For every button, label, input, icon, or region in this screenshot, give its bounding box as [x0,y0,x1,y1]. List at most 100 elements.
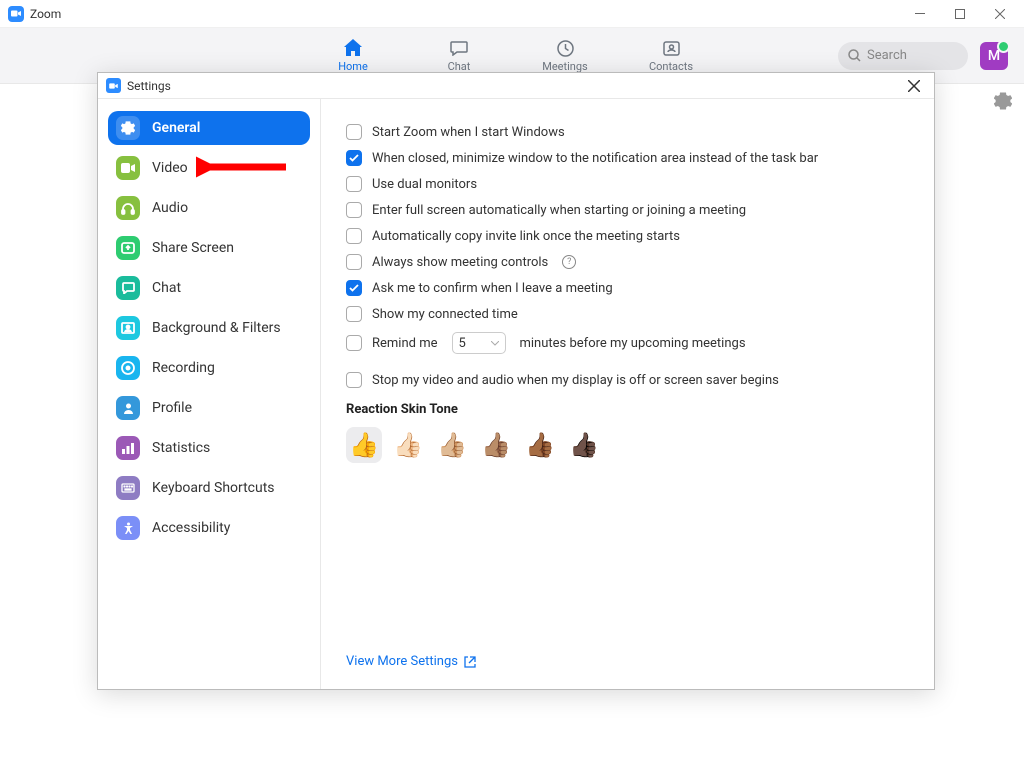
keyboard-icon [116,476,140,500]
chat-icon [450,38,468,58]
checkbox[interactable] [346,150,362,166]
sidebar-item-label: Keyboard Shortcuts [152,480,275,496]
sidebar-item-label: Audio [152,200,188,216]
sidebar-item-label: Accessibility [152,520,230,536]
skin-tone-picker: 👍👍🏻👍🏼👍🏽👍🏾👍🏿 [346,427,909,463]
option-label: Show my connected time [372,307,518,322]
option-label: minutes before my upcoming meetings [520,336,746,351]
sidebar-item-chat[interactable]: Chat [108,271,310,305]
option-remind-me[interactable]: Remind me 5 minutes before my upcoming m… [346,332,909,354]
settings-panel: Start Zoom when I start Windows When clos… [321,99,934,689]
external-link-icon [464,656,476,668]
skin-tone-option[interactable]: 👍🏻 [390,427,426,463]
statistics-icon [116,436,140,460]
skin-tone-option[interactable]: 👍🏼 [434,427,470,463]
sidebar-item-profile[interactable]: Profile [108,391,310,425]
checkbox[interactable] [346,176,362,192]
option-label: Start Zoom when I start Windows [372,125,565,140]
accessibility-icon [116,516,140,540]
clock-icon [557,38,574,58]
sidebar-item-label: Background & Filters [152,320,281,336]
option-row[interactable]: Show my connected time [346,306,909,322]
search-input[interactable]: Search [838,42,968,70]
checkbox[interactable] [346,228,362,244]
checkbox[interactable] [346,335,362,351]
app-icon [8,6,24,22]
checkbox[interactable] [346,254,362,270]
sidebar-item-label: Chat [152,280,181,296]
view-more-settings-link[interactable]: View More Settings [346,654,476,669]
search-icon [848,49,861,62]
window-title: Zoom [30,7,61,21]
skin-tone-title: Reaction Skin Tone [346,402,909,417]
chevron-down-icon [491,341,499,346]
checkbox[interactable] [346,124,362,140]
sidebar-item-label: Statistics [152,440,210,456]
tab-meetings[interactable]: Meetings [537,38,593,73]
option-label: When closed, minimize window to the noti… [372,151,818,166]
option-row[interactable]: Enter full screen automatically when sta… [346,202,909,218]
skin-tone-option[interactable]: 👍🏽 [478,427,514,463]
checkbox[interactable] [346,306,362,322]
dialog-close-button[interactable] [902,74,926,98]
maximize-button[interactable] [940,0,980,28]
headphones-icon [116,196,140,220]
skin-tone-option[interactable]: 👍 [346,427,382,463]
sidebar-item-label: Video [152,160,188,176]
help-icon[interactable]: ? [562,255,576,269]
sidebar-item-share-screen[interactable]: Share Screen [108,231,310,265]
option-row[interactable]: When closed, minimize window to the noti… [346,150,909,166]
checkbox[interactable] [346,372,362,388]
option-stop-video[interactable]: Stop my video and audio when my display … [346,372,909,388]
option-row[interactable]: Automatically copy invite link once the … [346,228,909,244]
tab-contacts[interactable]: Contacts [643,38,699,73]
option-row[interactable]: Always show meeting controls? [346,254,909,270]
option-label: Ask me to confirm when I leave a meeting [372,281,613,296]
checkbox[interactable] [346,202,362,218]
avatar[interactable]: M [980,42,1008,70]
skin-tone-option[interactable]: 👍🏿 [566,427,602,463]
minimize-button[interactable] [900,0,940,28]
video-icon [116,156,140,180]
tab-home[interactable]: Home [325,38,381,73]
app-icon [106,78,121,93]
sidebar-item-accessibility[interactable]: Accessibility [108,511,310,545]
option-label: Automatically copy invite link once the … [372,229,680,244]
option-row[interactable]: Use dual monitors [346,176,909,192]
sidebar-item-audio[interactable]: Audio [108,191,310,225]
profile-icon [116,396,140,420]
close-button[interactable] [980,0,1020,28]
sidebar-item-background-filters[interactable]: Background & Filters [108,311,310,345]
recording-icon [116,356,140,380]
settings-dialog: Settings General Video Audio Share Screen Ch… [97,72,935,690]
sidebar-item-statistics[interactable]: Statistics [108,431,310,465]
option-label: Always show meeting controls [372,255,548,270]
option-row[interactable]: Ask me to confirm when I leave a meeting [346,280,909,296]
dialog-title: Settings [127,79,171,93]
settings-gear-button[interactable] [994,92,1012,114]
title-bar: Zoom [0,0,1024,28]
remind-minutes-select[interactable]: 5 [452,332,506,354]
option-label: Stop my video and audio when my display … [372,373,779,388]
sidebar-item-label: General [152,120,200,136]
option-label: Use dual monitors [372,177,477,192]
search-placeholder: Search [867,48,907,63]
sidebar-item-keyboard-shortcuts[interactable]: Keyboard Shortcuts [108,471,310,505]
gear-icon [116,116,140,140]
option-row[interactable]: Start Zoom when I start Windows [346,124,909,140]
sidebar-item-label: Share Screen [152,240,234,256]
sidebar-item-recording[interactable]: Recording [108,351,310,385]
checkbox[interactable] [346,280,362,296]
sidebar-item-label: Profile [152,400,192,416]
tab-chat[interactable]: Chat [431,38,487,73]
skin-tone-option[interactable]: 👍🏾 [522,427,558,463]
settings-sidebar: General Video Audio Share Screen Chat Backgro… [98,99,321,689]
sidebar-item-video[interactable]: Video [108,151,310,185]
option-label: Enter full screen automatically when sta… [372,203,746,218]
contacts-icon [663,38,680,58]
share-icon [116,236,140,260]
sidebar-item-general[interactable]: General [108,111,310,145]
sidebar-item-label: Recording [152,360,215,376]
chat-icon [116,276,140,300]
background-icon [116,316,140,340]
